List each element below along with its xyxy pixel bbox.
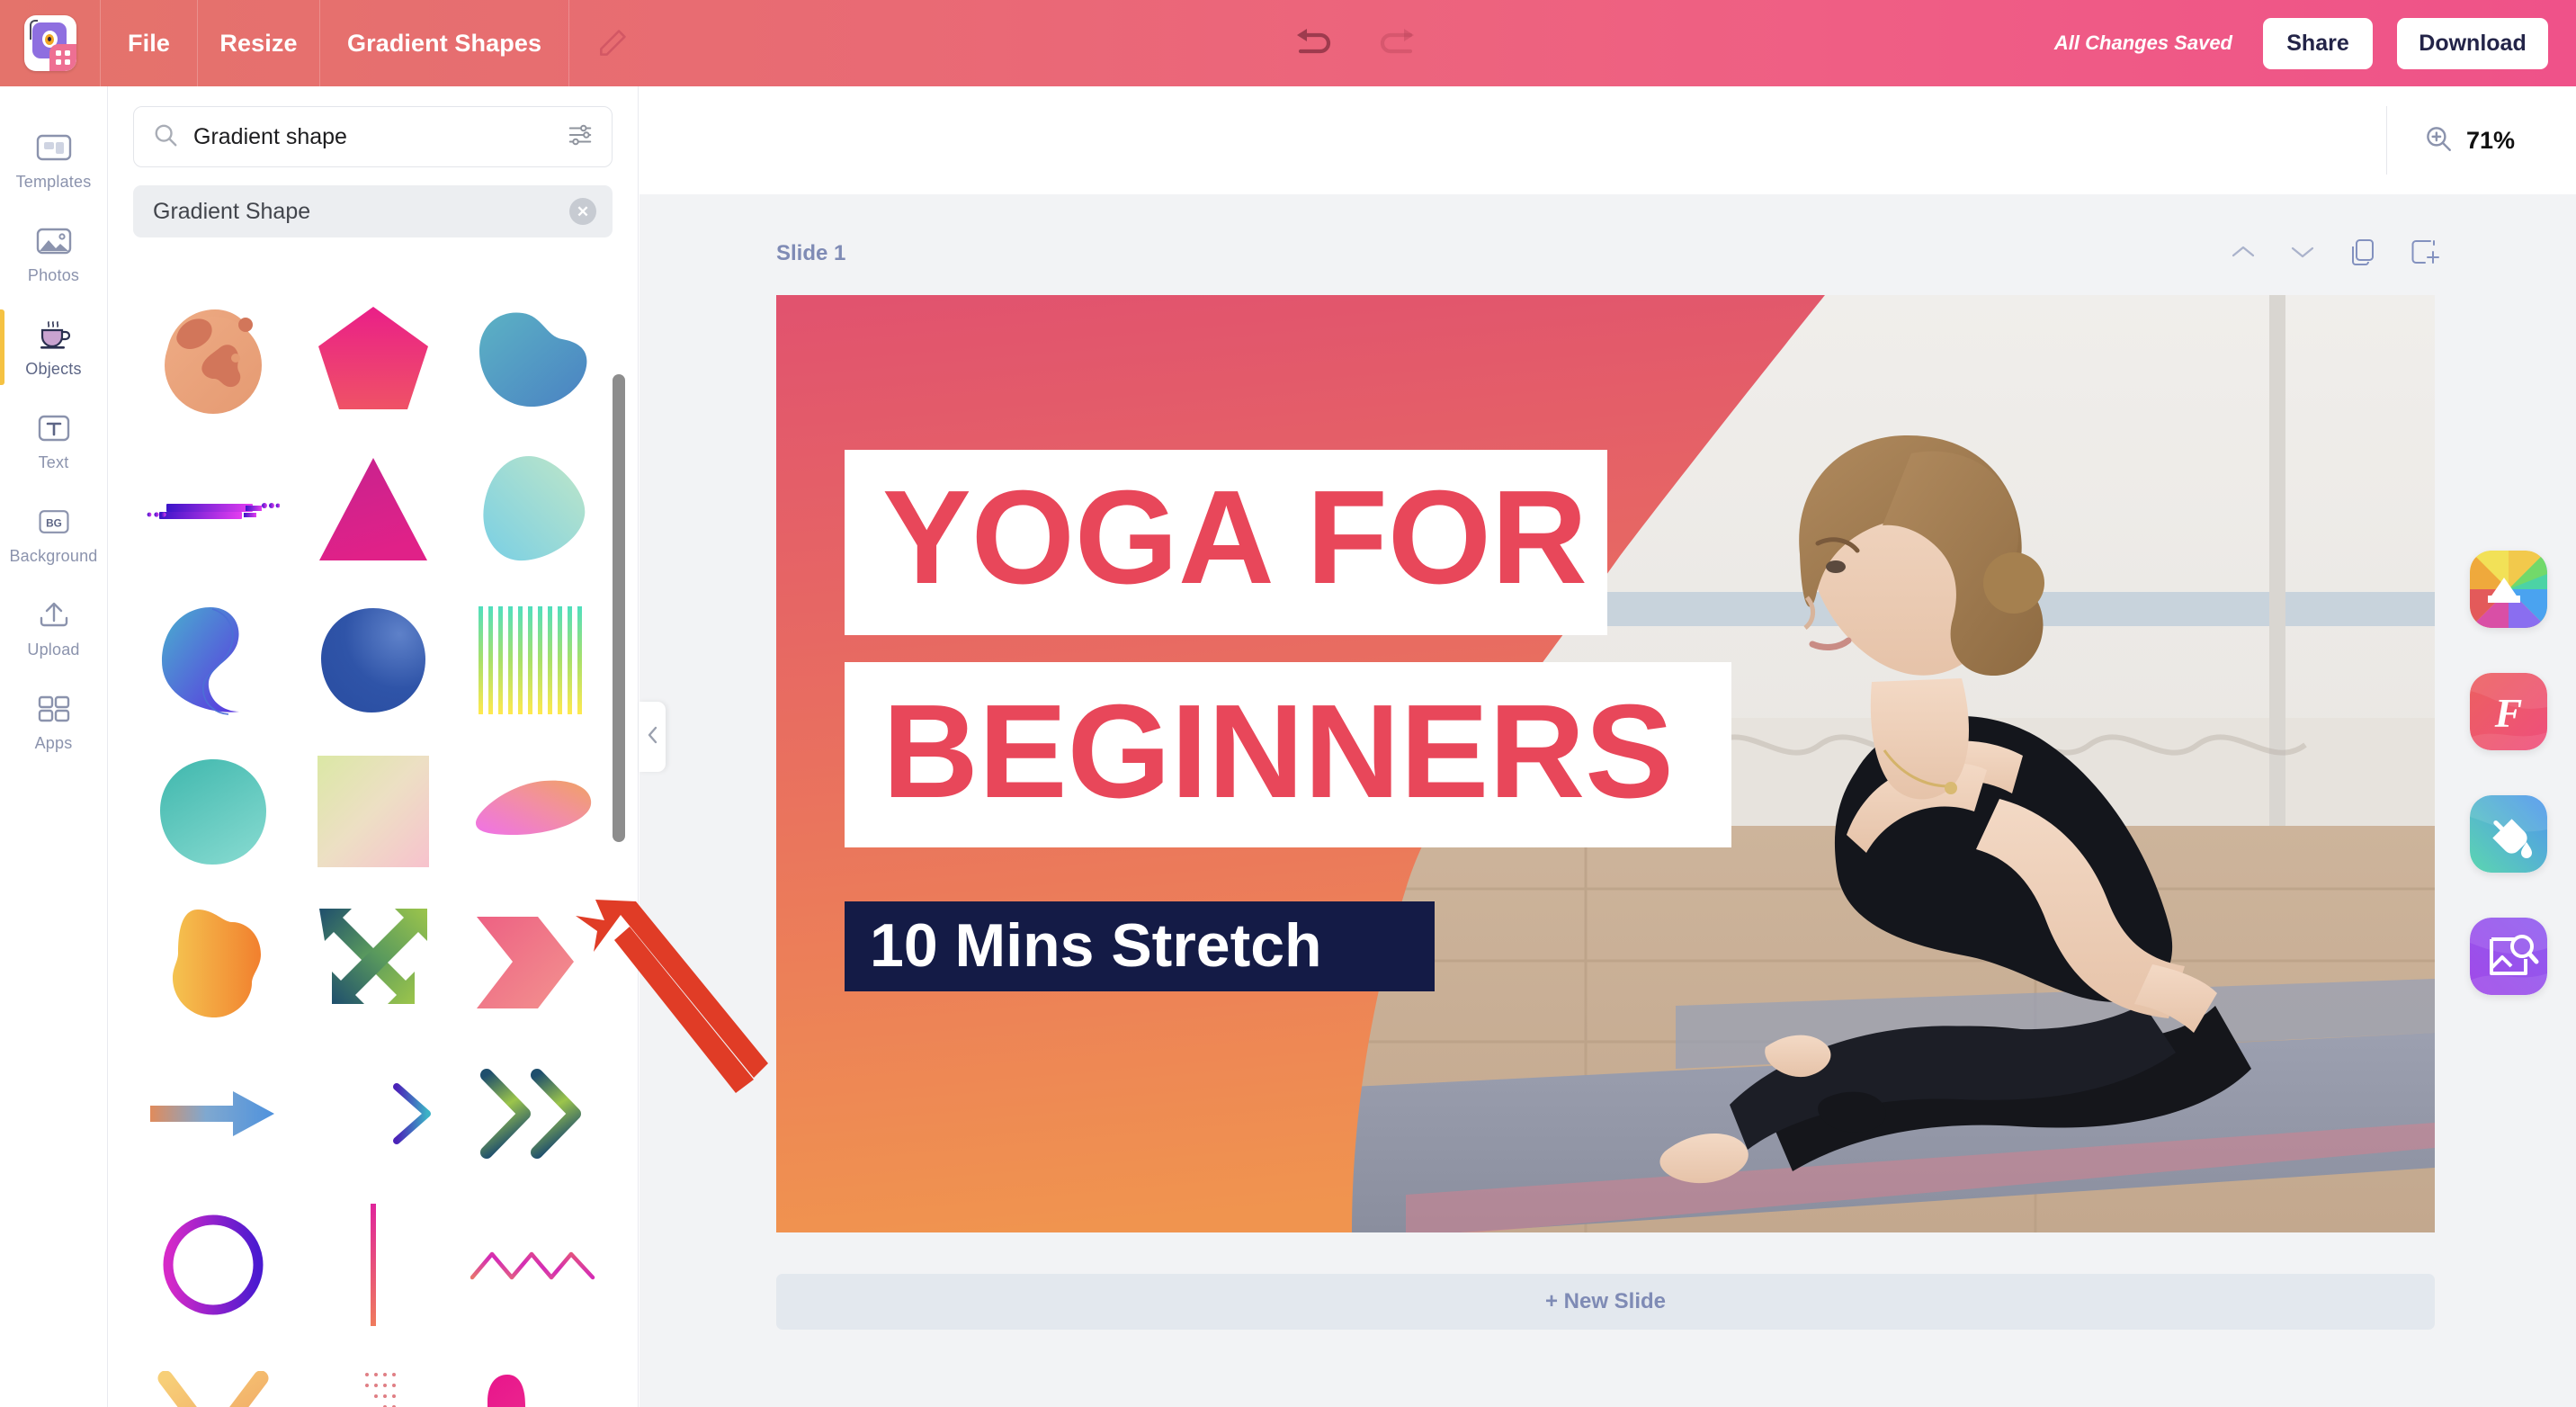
shape-vertical-line-pink[interactable] xyxy=(293,1189,453,1340)
text-t-icon xyxy=(36,410,72,446)
shape-circle-teal[interactable] xyxy=(133,736,293,887)
document-title[interactable]: Gradient Shapes xyxy=(320,0,570,86)
move-down-icon[interactable] xyxy=(2289,242,2316,266)
sidebar-item-upload[interactable]: Upload xyxy=(0,581,108,675)
panel-scrollbar-thumb[interactable] xyxy=(613,374,625,842)
svg-text:F: F xyxy=(2494,690,2523,736)
color-palette-tool[interactable] xyxy=(2470,551,2547,628)
sidebar-label: Apps xyxy=(34,733,73,752)
left-sidebar: Templates Photos Objects Text BG Backgro… xyxy=(0,86,108,1407)
sidebar-item-background[interactable]: BG Background xyxy=(0,488,108,581)
duplicate-slide-icon[interactable] xyxy=(2348,237,2377,271)
shape-double-chevron-green[interactable] xyxy=(453,1038,613,1189)
shape-ring-purple[interactable] xyxy=(133,1189,293,1340)
photos-icon xyxy=(36,223,72,259)
menu-file[interactable]: File xyxy=(101,0,198,86)
shape-blob-splash-peach[interactable] xyxy=(133,282,293,434)
apps-grid-icon xyxy=(36,691,72,727)
chip-label: Gradient Shape xyxy=(153,198,311,224)
shape-square-beige-pink[interactable] xyxy=(293,736,453,887)
active-filter-chip[interactable]: Gradient Shape ✕ xyxy=(133,185,613,237)
shape-blob-rounded-aqua[interactable] xyxy=(453,434,613,585)
workspace: Slide 1 YOGA FOR BEGINNERS 10 Mins Stret… xyxy=(640,194,2576,1407)
shape-chevron-block-pink[interactable] xyxy=(453,887,613,1038)
slide-label: Slide 1 xyxy=(776,241,846,265)
upload-icon xyxy=(36,597,72,633)
shape-blob-kidney-teal[interactable] xyxy=(453,282,613,434)
sidebar-item-objects[interactable]: Objects xyxy=(0,300,108,394)
chevron-left-icon xyxy=(645,724,660,750)
svg-text:BG: BG xyxy=(46,516,62,529)
zoom-control[interactable]: 71% xyxy=(2385,106,2565,175)
bg-icon: BG xyxy=(36,504,72,540)
app-logo[interactable] xyxy=(0,0,101,86)
sidebar-item-photos[interactable]: Photos xyxy=(0,207,108,300)
shape-cross-arrows-green[interactable] xyxy=(293,887,453,1038)
results-scroll-area[interactable] xyxy=(108,282,639,1407)
zoom-in-icon[interactable] xyxy=(2423,123,2454,158)
sidebar-label: Objects xyxy=(25,359,82,378)
search-box[interactable] xyxy=(133,106,613,167)
sidebar-item-apps[interactable]: Apps xyxy=(0,675,108,768)
sidebar-label: Photos xyxy=(27,265,80,284)
shape-glitch-bar-purple[interactable] xyxy=(133,434,293,585)
redo-icon[interactable] xyxy=(1374,24,1421,62)
shape-zigzag-magenta[interactable] xyxy=(453,1189,613,1340)
panel-scrollbar[interactable] xyxy=(613,286,625,1400)
shape-pentagon-pink[interactable] xyxy=(293,282,453,434)
undo-icon[interactable] xyxy=(1290,24,1337,62)
save-status: All Changes Saved xyxy=(2053,31,2232,54)
shape-triangle-magenta[interactable] xyxy=(293,434,453,585)
shape-hill-dotted-rose[interactable] xyxy=(293,1340,453,1407)
sidebar-label: Text xyxy=(38,453,69,471)
image-search-tool[interactable] xyxy=(2470,918,2547,995)
templates-icon xyxy=(36,130,72,166)
new-slide-button[interactable]: + New Slide xyxy=(776,1274,2435,1330)
move-up-icon[interactable] xyxy=(2230,242,2257,266)
add-slide-icon[interactable] xyxy=(2410,237,2440,271)
slide-title-line1: YOGA FOR xyxy=(882,463,1588,612)
slide-canvas[interactable]: YOGA FOR BEGINNERS 10 Mins Stretch xyxy=(776,295,2435,1232)
shape-arrow-line-teal[interactable] xyxy=(293,1038,453,1189)
filter-sliders-icon[interactable] xyxy=(567,121,594,153)
shape-blob-teardrop-pink[interactable] xyxy=(453,736,613,887)
top-bar: File Resize Gradient Shapes All Changes … xyxy=(0,0,2576,86)
sidebar-label: Upload xyxy=(27,640,80,659)
shape-results-grid xyxy=(108,282,639,1407)
slide-title-line2: BEGINNERS xyxy=(882,677,1674,826)
canvas-header: 71% xyxy=(640,86,2576,194)
zoom-level: 71% xyxy=(2465,126,2515,154)
objects-panel: Gradient Shape ✕ xyxy=(108,86,639,1407)
search-input[interactable] xyxy=(193,123,552,150)
shape-blob-cloud-orange[interactable] xyxy=(133,887,293,1038)
sidebar-item-templates[interactable]: Templates xyxy=(0,113,108,207)
shape-stripes-lime[interactable] xyxy=(453,585,613,736)
slide-subtitle: 10 Mins Stretch xyxy=(870,911,1322,980)
slide-artwork: YOGA FOR BEGINNERS 10 Mins Stretch xyxy=(776,295,2435,1232)
fill-bucket-tool[interactable] xyxy=(2470,795,2547,873)
pencil-icon[interactable] xyxy=(569,0,656,86)
font-tool[interactable]: F xyxy=(2470,673,2547,750)
share-button[interactable]: Share xyxy=(2263,17,2373,69)
coffee-cup-icon xyxy=(36,317,72,353)
close-x-icon[interactable]: ✕ xyxy=(569,198,596,225)
panel-collapse-button[interactable] xyxy=(639,702,666,772)
sidebar-label: Templates xyxy=(15,172,92,191)
shape-v-shape-yellow[interactable] xyxy=(133,1340,293,1407)
shape-arrow-solid-blue[interactable] xyxy=(133,1038,293,1189)
sidebar-label: Background xyxy=(9,546,98,565)
sidebar-item-text[interactable]: Text xyxy=(0,394,108,488)
floating-tools: F xyxy=(2470,551,2547,995)
download-button[interactable]: Download xyxy=(2397,17,2548,69)
shape-circle-navy[interactable] xyxy=(293,585,453,736)
shape-blob-crescent-blue[interactable] xyxy=(133,585,293,736)
search-icon xyxy=(152,121,179,153)
shape-wave-magenta[interactable] xyxy=(453,1340,613,1407)
menu-resize[interactable]: Resize xyxy=(198,0,320,86)
slide-toolbar: Slide 1 xyxy=(776,232,2440,275)
